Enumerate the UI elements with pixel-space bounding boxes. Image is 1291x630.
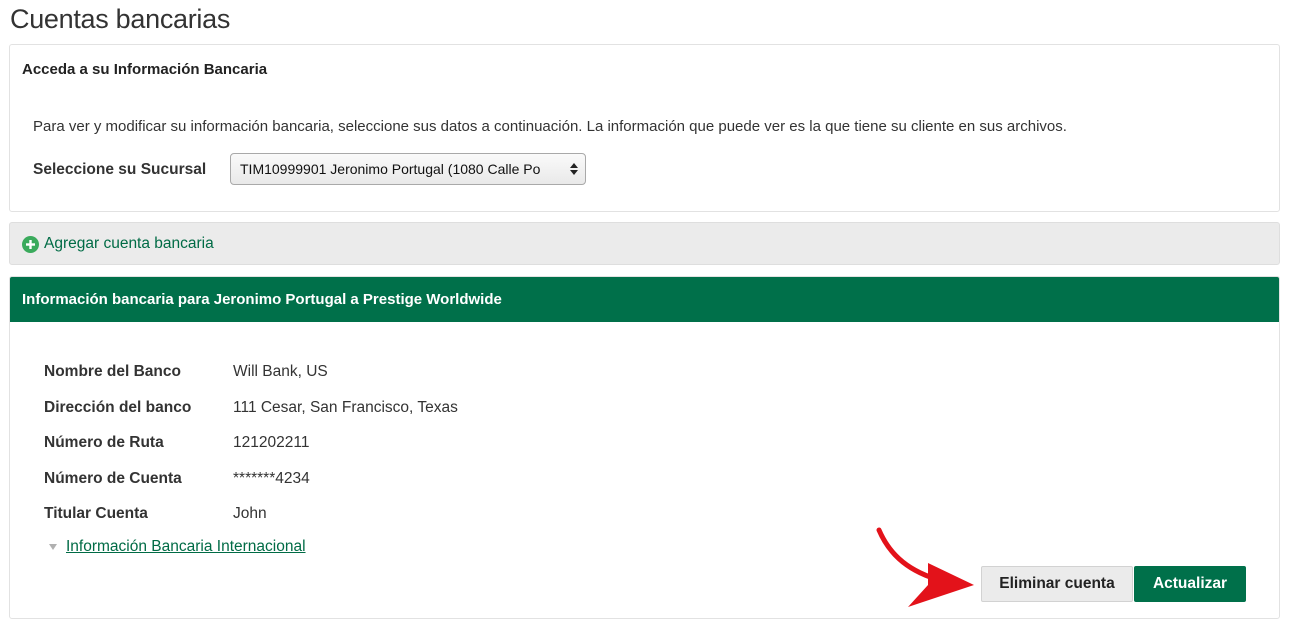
plus-circle-icon bbox=[22, 236, 39, 253]
add-account-link[interactable]: Agregar cuenta bancaria bbox=[44, 235, 214, 253]
routing-number-label: Número de Ruta bbox=[44, 434, 164, 451]
bank-info-header: Información bancaria para Jeronimo Portu… bbox=[10, 277, 1279, 322]
caret-down-icon[interactable] bbox=[49, 544, 57, 550]
delete-account-button[interactable]: Eliminar cuenta bbox=[981, 566, 1133, 602]
red-arrow-annotation-icon bbox=[876, 527, 974, 607]
bank-address-label: Dirección del banco bbox=[44, 399, 192, 416]
international-bank-info-link[interactable]: Información Bancaria Internacional bbox=[66, 538, 306, 556]
bank-name-value: Will Bank, US bbox=[233, 363, 328, 380]
account-number-value: *******4234 bbox=[233, 470, 310, 487]
page-title: Cuentas bancarias bbox=[10, 4, 231, 34]
access-title: Acceda a su Información Bancaria bbox=[22, 61, 268, 78]
branch-label: Seleccione su Sucursal bbox=[33, 161, 207, 178]
branch-select[interactable]: TIM10999901 Jeronimo Portugal (1080 Call… bbox=[230, 153, 586, 185]
account-holder-value: John bbox=[233, 505, 267, 522]
access-description: Para ver y modificar su información banc… bbox=[33, 118, 1067, 135]
add-account-bar[interactable]: Agregar cuenta bancaria bbox=[9, 222, 1280, 265]
branch-select-value: TIM10999901 Jeronimo Portugal (1080 Call… bbox=[240, 161, 541, 177]
update-button[interactable]: Actualizar bbox=[1134, 566, 1246, 602]
account-holder-label: Titular Cuenta bbox=[44, 505, 148, 522]
bank-info-title: Información bancaria para Jeronimo Portu… bbox=[22, 291, 502, 308]
routing-number-value: 121202211 bbox=[233, 434, 310, 451]
select-arrows-icon bbox=[570, 163, 578, 175]
bank-name-label: Nombre del Banco bbox=[44, 363, 181, 380]
access-card: Acceda a su Información Bancaria Para ve… bbox=[9, 44, 1280, 212]
account-number-label: Número de Cuenta bbox=[44, 470, 182, 487]
bank-address-value: 111 Cesar, San Francisco, Texas bbox=[233, 399, 458, 416]
